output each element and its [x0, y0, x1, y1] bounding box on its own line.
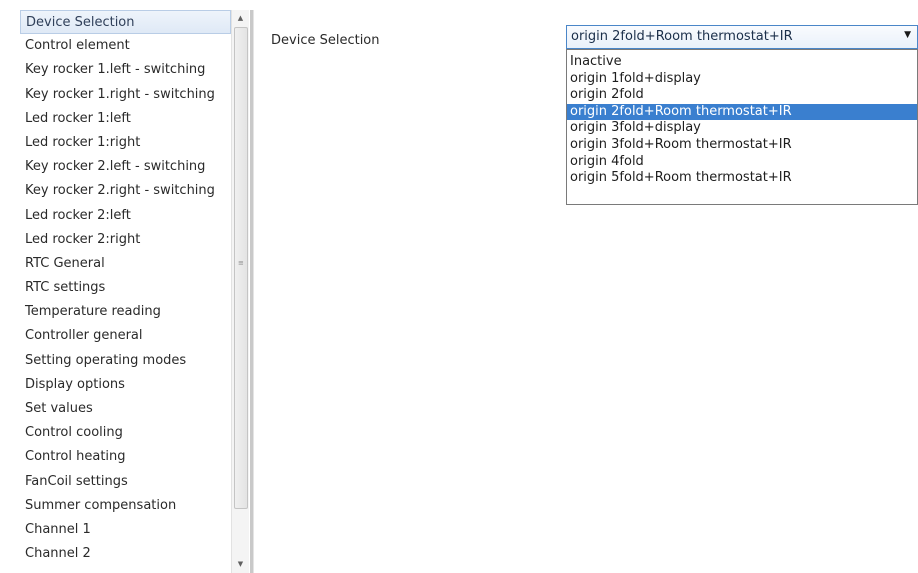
sidebar-item[interactable]: Key rocker 2.left - switching [20, 155, 231, 179]
dropdown-option[interactable]: Inactive [567, 54, 917, 71]
scroll-down-arrow-icon[interactable]: ▼ [232, 556, 249, 573]
chevron-down-icon[interactable]: ▼ [904, 30, 911, 40]
sidebar-item[interactable]: FanCoil settings [20, 470, 231, 494]
device-selection-label: Device Selection [271, 33, 380, 48]
sidebar-item[interactable]: Display options [20, 373, 231, 397]
dropdown-option[interactable]: origin 3fold+Room thermostat+IR [567, 137, 917, 154]
sidebar: Device Selection Control element Key rocke… [0, 10, 250, 573]
sidebar-item[interactable]: Key rocker 1.left - switching [20, 58, 231, 82]
sidebar-item[interactable]: Channel 1 [20, 518, 231, 542]
dropdown-option[interactable]: origin 1fold+display [567, 71, 917, 88]
sidebar-item[interactable]: Control heating [20, 445, 231, 469]
sidebar-item[interactable]: Control element [20, 34, 231, 58]
sidebar-item[interactable]: Led rocker 1:left [20, 107, 231, 131]
main-panel: Device Selection origin 2fold+Room therm… [254, 10, 918, 573]
dropdown-option[interactable]: origin 2fold+Room thermostat+IR [567, 103, 917, 121]
scroll-up-arrow-icon[interactable]: ▲ [232, 10, 249, 27]
dropdown-option[interactable]: origin 2fold [567, 87, 917, 104]
sidebar-item[interactable]: RTC General [20, 252, 231, 276]
sidebar-item[interactable]: Led rocker 1:right [20, 131, 231, 155]
sidebar-item[interactable]: Key rocker 1.right - switching [20, 83, 231, 107]
sidebar-item[interactable]: RTC settings [20, 276, 231, 300]
sidebar-item[interactable]: Led rocker 2:right [20, 228, 231, 252]
dropdown-option[interactable]: origin 3fold+display [567, 120, 917, 137]
sidebar-item[interactable]: Setting operating modes [20, 349, 231, 373]
parameter-window: Device Selection Control element Key rocke… [0, 0, 918, 573]
sidebar-item[interactable]: Device Selection [20, 10, 231, 35]
combobox-value: origin 2fold+Room thermostat+IR [571, 29, 793, 44]
device-selection-combobox[interactable]: origin 2fold+Room thermostat+IR ▼ [566, 25, 918, 49]
sidebar-item[interactable]: Set values [20, 397, 231, 421]
sidebar-item[interactable]: Led rocker 2:left [20, 204, 231, 228]
sidebar-item[interactable]: Control cooling [20, 421, 231, 445]
dropdown-option[interactable]: origin 4fold [567, 154, 917, 171]
dropdown-option[interactable]: origin 5fold+Room thermostat+IR [567, 170, 917, 187]
sidebar-list: Device Selection Control element Key rocke… [20, 10, 231, 573]
grip-icon: ≡ [238, 259, 244, 267]
sidebar-item[interactable]: Summer compensation [20, 494, 231, 518]
scroll-thumb[interactable]: ≡ [234, 27, 248, 509]
sidebar-item[interactable]: Controller general [20, 324, 231, 348]
sidebar-item[interactable]: Channel 2 [20, 542, 231, 566]
sidebar-item[interactable]: Temperature reading [20, 300, 231, 324]
sidebar-item[interactable]: Key rocker 2.right - switching [20, 179, 231, 203]
sidebar-scrollbar[interactable]: ▲ ≡ ▼ [231, 10, 249, 573]
device-selection-dropdown-list: Inactive origin 1fold+display origin 2fold… [566, 49, 918, 205]
